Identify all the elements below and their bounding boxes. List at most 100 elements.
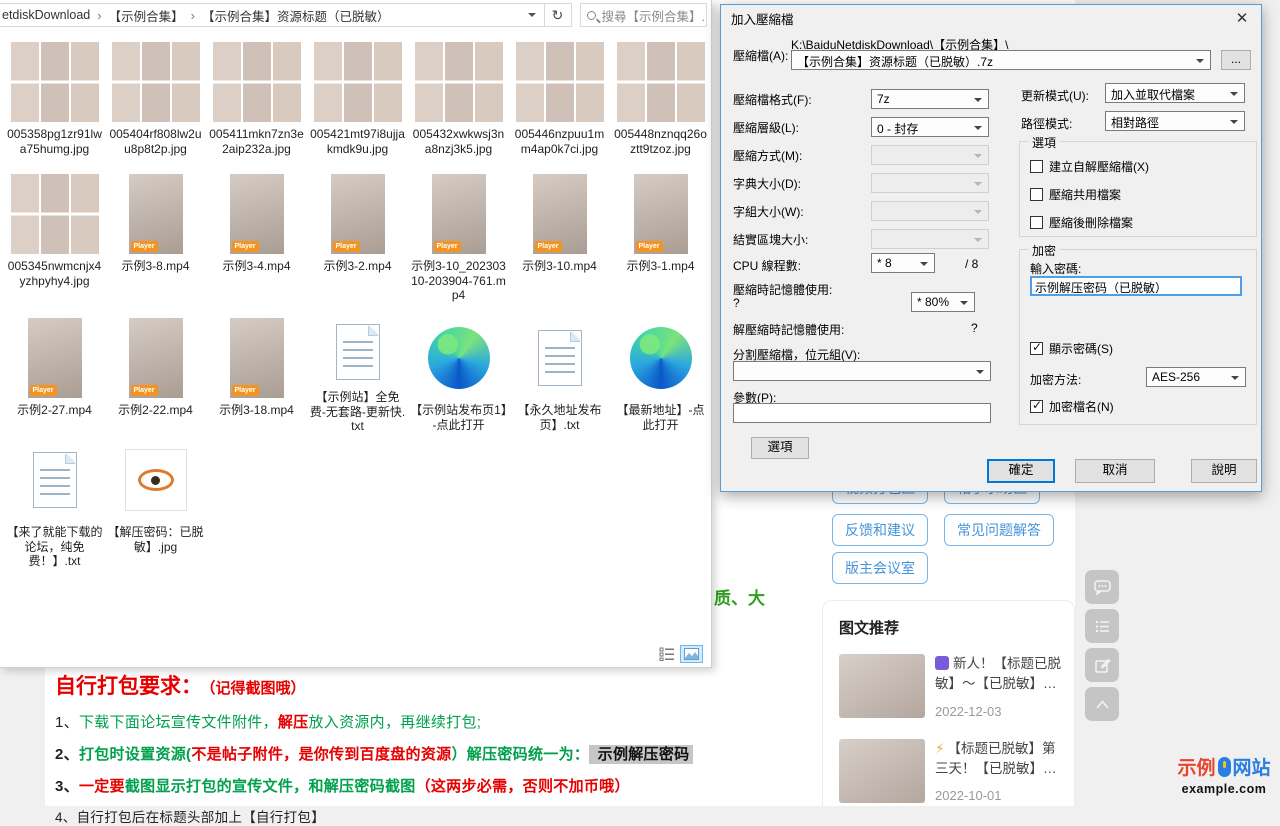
field-combo[interactable]: 0 - 封存 bbox=[871, 117, 989, 137]
cpu-threads-combo[interactable]: * 8 bbox=[871, 253, 935, 273]
breadcrumb-item[interactable]: etdiskDownload bbox=[2, 8, 90, 22]
checkbox-icon bbox=[1030, 160, 1043, 173]
ok-button[interactable]: 確定 bbox=[987, 459, 1055, 483]
photo-thumbnail-placeholder bbox=[516, 42, 604, 122]
file-item[interactable]: Player示例3-2.mp4 bbox=[307, 168, 408, 312]
file-item[interactable]: Player示例3-10_20230310-203904-761.mp4 bbox=[408, 168, 509, 312]
option-checkbox[interactable]: 壓縮共用檔案 bbox=[1030, 186, 1121, 203]
file-item[interactable]: 005345nwmcnjx4yzhpyhy4.jpg bbox=[4, 168, 105, 312]
encrypt-names-checkbox[interactable]: 加密檔名(N) bbox=[1030, 398, 1114, 415]
file-item[interactable]: 005446nzpuu1mm4ap0k7ci.jpg bbox=[509, 36, 610, 168]
back-to-top-button[interactable] bbox=[1085, 687, 1119, 721]
instruction-line: 4、自行打包后在标题头部加上【自行打包】 bbox=[55, 806, 755, 826]
file-item[interactable]: 【示例站】全免费-无套路-更新快.txt bbox=[307, 312, 408, 434]
file-item[interactable]: 005421mt97i8ujjakmdk9u.jpg bbox=[307, 36, 408, 168]
file-name: 示例3-10.mp4 bbox=[522, 259, 597, 274]
option-checkbox[interactable]: 建立自解壓縮檔(X) bbox=[1030, 158, 1149, 175]
file-item[interactable]: Player 示例3-4.mp4 bbox=[206, 168, 307, 312]
checkbox-icon bbox=[1030, 216, 1043, 229]
recommend-item[interactable]: 新人！【标题已脱敏】～【已脱敏】…2022-12-03 bbox=[839, 654, 1062, 719]
chevron-down-icon[interactable] bbox=[528, 13, 536, 21]
file-item[interactable]: 【永久地址发布页】.txt bbox=[509, 312, 610, 434]
page-link-button[interactable]: 反馈和建议 bbox=[832, 514, 928, 546]
post-date: 2022-12-03 bbox=[935, 704, 1062, 719]
video-thumbnail-placeholder: Player bbox=[432, 174, 486, 254]
file-item[interactable]: 【示例站发布页1】-点此打开 bbox=[408, 312, 509, 434]
player-badge: Player bbox=[636, 241, 663, 252]
file-item[interactable]: 【最新地址】-点此打开 bbox=[610, 312, 711, 434]
close-icon[interactable]: ✕ bbox=[1223, 5, 1261, 31]
list-button[interactable] bbox=[1085, 609, 1119, 643]
page-text-fragment: 质、大 bbox=[714, 584, 765, 609]
encrypt-group-legend: 加密 bbox=[1028, 242, 1060, 259]
player-badge: Player bbox=[30, 385, 57, 396]
thumbnail-view-button[interactable] bbox=[680, 645, 703, 663]
file-name: 示例3-4.mp4 bbox=[222, 259, 290, 274]
arrow-to-top-icon bbox=[1093, 695, 1112, 714]
file-item[interactable]: 005448nznqq26oztt9tzoz.jpg bbox=[610, 36, 711, 168]
options-button[interactable]: 選項 bbox=[751, 437, 809, 459]
option-checkbox[interactable]: 壓縮後刪除檔案 bbox=[1030, 214, 1133, 231]
file-item[interactable]: 【来了就能下载的论坛，纯免费！】.txt bbox=[4, 434, 105, 584]
browse-button[interactable]: ... bbox=[1221, 50, 1251, 70]
recommend-item[interactable]: ⚡【标题已脱敏】第三天！【已脱敏】…2022-10-01 bbox=[839, 739, 1062, 804]
refresh-button[interactable]: ↻ bbox=[545, 7, 571, 24]
photo-thumbnail-placeholder bbox=[617, 42, 705, 122]
video-thumbnail-placeholder: Player bbox=[331, 174, 385, 254]
feedback-button-row: 反馈和建议常见问题解答 bbox=[832, 514, 1054, 546]
file-name: 示例2-27.mp4 bbox=[17, 403, 92, 418]
field-label: 壓縮檔格式(F): bbox=[733, 91, 871, 108]
update-mode-combo[interactable]: 加入並取代檔案 bbox=[1105, 83, 1245, 103]
field-label: 壓縮層級(L): bbox=[733, 119, 871, 136]
details-view-icon[interactable] bbox=[659, 647, 675, 661]
search-placeholder: 搜尋【示例合集】... bbox=[602, 6, 708, 25]
cpu-threads-max: / 8 bbox=[965, 257, 978, 271]
search-input[interactable]: 搜尋【示例合集】... bbox=[580, 3, 708, 27]
file-item[interactable]: 【解压密码：已脱敏】.jpg bbox=[105, 434, 206, 584]
comments-button[interactable] bbox=[1085, 570, 1119, 604]
breadcrumb-item[interactable]: 【示例合集】资源标题（已脱敏） bbox=[202, 6, 390, 25]
badge-icon bbox=[935, 656, 949, 670]
video-thumbnail-placeholder: Player bbox=[533, 174, 587, 254]
file-item[interactable]: Player示例2-22.mp4 bbox=[105, 312, 206, 434]
breadcrumb-item[interactable]: 【示例合集】 bbox=[109, 6, 184, 25]
show-password-checkbox[interactable]: 顯示密碼(S) bbox=[1030, 340, 1113, 357]
file-item[interactable]: 005404rf808lw2uu8p8t2p.jpg bbox=[105, 36, 206, 168]
params-input[interactable] bbox=[733, 403, 991, 423]
help-button[interactable]: 說明 bbox=[1191, 459, 1257, 483]
file-item[interactable]: Player 示例3-10.mp4 bbox=[509, 168, 610, 312]
compose-button[interactable] bbox=[1085, 648, 1119, 682]
file-name: 示例2-22.mp4 bbox=[118, 403, 193, 418]
decompress-mem-help[interactable]: ? bbox=[971, 321, 978, 335]
file-item[interactable]: 005432xwkwsj3na8nzj3k5.jpg bbox=[408, 36, 509, 168]
file-item[interactable]: 005411mkn7zn3e2aip232a.jpg bbox=[206, 36, 307, 168]
file-item[interactable]: Player 示例2-27.mp4 bbox=[4, 312, 105, 434]
breadcrumb[interactable]: etdiskDownload›【示例合集】›【示例合集】资源标题（已脱敏） bbox=[0, 6, 524, 25]
split-combo[interactable] bbox=[733, 361, 991, 381]
cancel-button[interactable]: 取消 bbox=[1075, 459, 1155, 483]
encrypt-method-combo[interactable]: AES-256 bbox=[1146, 367, 1246, 387]
site-logo[interactable]: 示例 网站 example.com bbox=[1172, 753, 1276, 796]
address-bar[interactable]: etdiskDownload›【示例合集】›【示例合集】资源标题（已脱敏） ↻ bbox=[0, 3, 572, 27]
page-link-button[interactable]: 常见问题解答 bbox=[944, 514, 1054, 546]
instructions-title: 自行打包要求：（记得截图哦） bbox=[55, 670, 755, 700]
path-mode-combo[interactable]: 相對路徑 bbox=[1105, 111, 1245, 131]
text-file-icon bbox=[538, 330, 582, 386]
path-mode-label: 路徑模式: bbox=[1021, 115, 1072, 132]
file-item[interactable]: 005358pg1zr91lwa75humg.jpg bbox=[4, 36, 105, 168]
video-thumbnail-placeholder: Player bbox=[230, 174, 284, 254]
view-toggle-group bbox=[659, 645, 703, 663]
update-mode-label: 更新模式(U): bbox=[1021, 87, 1089, 104]
mem-usage-help[interactable]: ? bbox=[733, 296, 740, 310]
file-name: 005432xwkwsj3na8nzj3k5.jpg bbox=[410, 127, 507, 156]
file-item[interactable]: Player示例3-8.mp4 bbox=[105, 168, 206, 312]
file-item[interactable]: Player示例3-1.mp4 bbox=[610, 168, 711, 312]
archive-name-combo[interactable]: 【示例合集】资源标题（已脱敏）.7z bbox=[791, 50, 1211, 70]
password-input[interactable]: 示例解压密码（已脱敏） bbox=[1030, 276, 1242, 296]
mem-usage-combo[interactable]: * 80% bbox=[911, 292, 975, 312]
page-link-button[interactable]: 版主会议室 bbox=[832, 552, 928, 584]
player-badge: Player bbox=[131, 241, 158, 252]
file-item[interactable]: Player示例3-18.mp4 bbox=[206, 312, 307, 434]
mouse-icon bbox=[1218, 757, 1231, 777]
field-combo[interactable]: 7z bbox=[871, 89, 989, 109]
